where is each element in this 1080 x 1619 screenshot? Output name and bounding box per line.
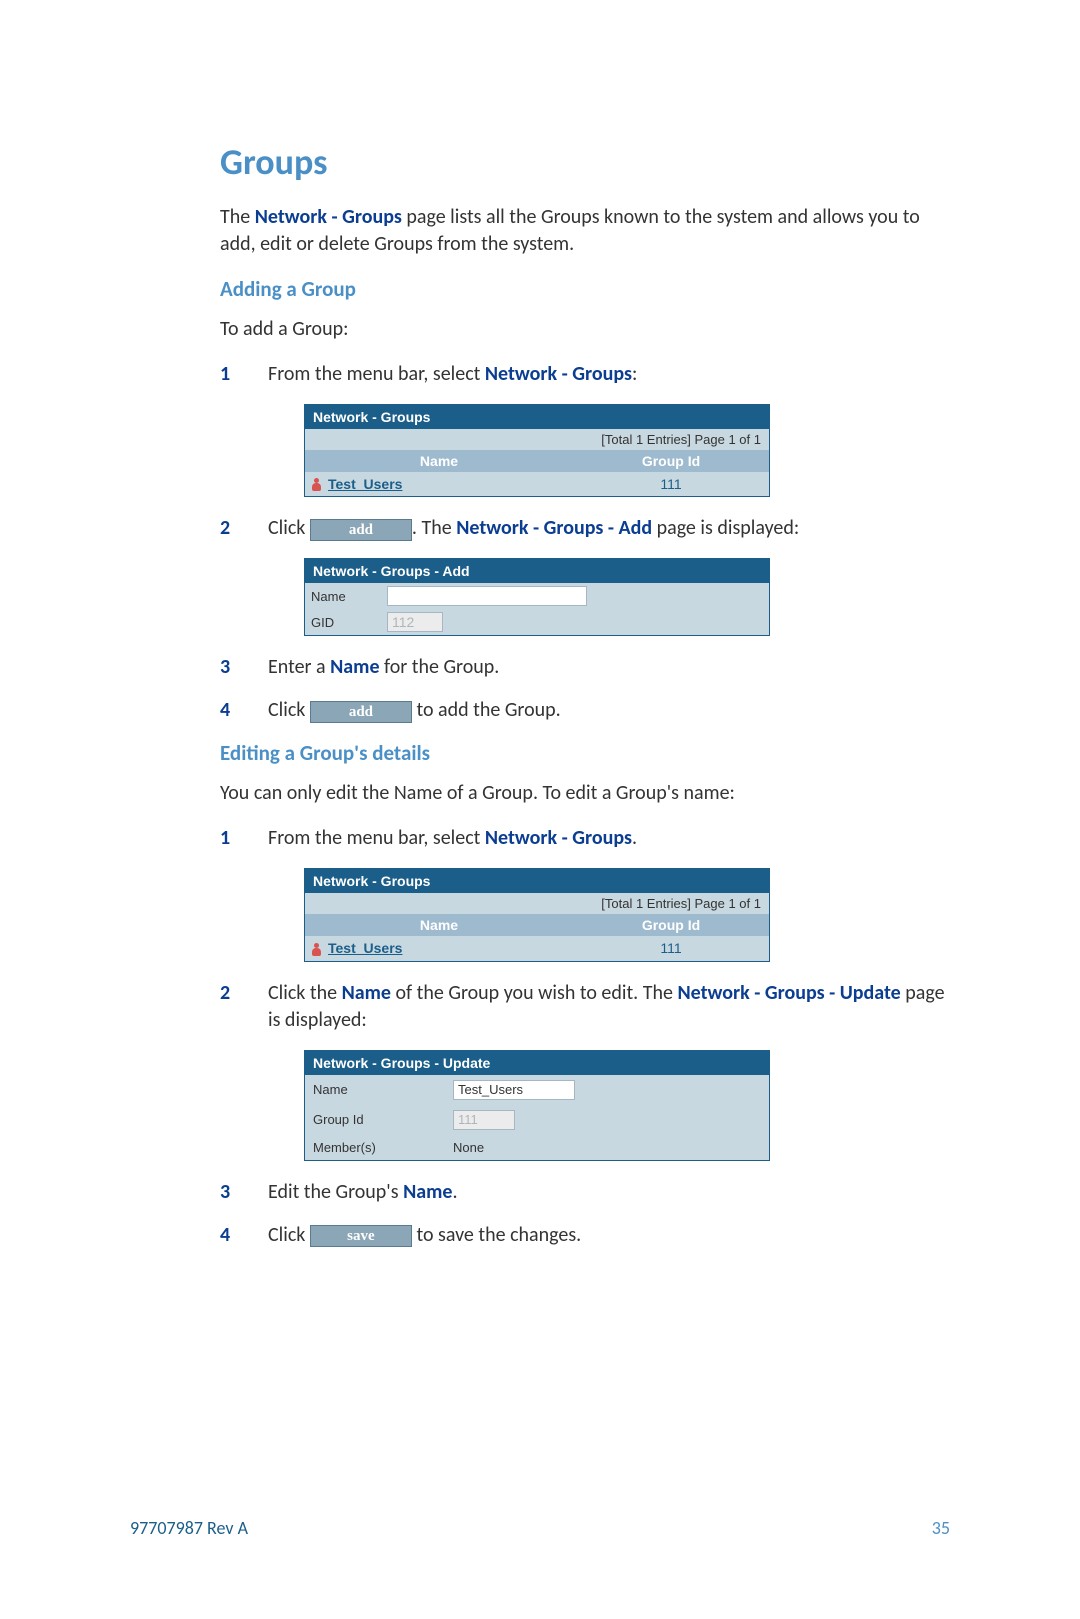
- group-icon: [311, 943, 325, 957]
- adding-group-heading: Adding a Group: [220, 276, 950, 302]
- field-name: Name: [342, 981, 391, 1005]
- group-id-label: Group Id: [313, 1112, 443, 1127]
- menu-path: Network - Groups: [485, 826, 632, 850]
- menu-path: Network - Groups: [485, 362, 632, 386]
- adding-step-3: 3 Enter a Name for the Group.: [220, 654, 950, 681]
- step-number: 4: [220, 1222, 268, 1249]
- page-footer: 97707987 Rev A 35: [130, 1517, 950, 1539]
- editing-step-1: 1 From the menu bar, select Network - Gr…: [220, 825, 950, 852]
- page-number: 35: [932, 1517, 950, 1539]
- screenshot-network-groups-list: Network - Groups [Total 1 Entries] Page …: [304, 404, 950, 497]
- step-number: 4: [220, 697, 268, 724]
- text: The: [220, 205, 255, 229]
- text: .: [452, 1180, 457, 1204]
- column-header-group-id: Group Id: [573, 450, 769, 472]
- name-field[interactable]: [387, 586, 587, 606]
- step-number: 2: [220, 980, 268, 1034]
- add-button[interactable]: add: [310, 519, 412, 541]
- panel-title: Network - Groups: [305, 869, 769, 893]
- panel-pagination: [Total 1 Entries] Page 1 of 1: [305, 893, 769, 914]
- document-id: 97707987 Rev A: [130, 1517, 248, 1539]
- add-button[interactable]: add: [310, 701, 412, 723]
- column-header-name: Name: [305, 450, 573, 472]
- adding-step-4: 4 Click add to add the Group.: [220, 697, 950, 724]
- adding-step-2: 2 Click add. The Network - Groups - Add …: [220, 515, 950, 542]
- editing-step-2: 2 Click the Name of the Group you wish t…: [220, 980, 950, 1034]
- text: .: [632, 826, 637, 850]
- panel-title: Network - Groups - Add: [305, 559, 769, 583]
- adding-step-1: 1 From the menu bar, select Network - Gr…: [220, 361, 950, 388]
- group-id-value: 111: [573, 472, 769, 496]
- gid-label: GID: [311, 615, 377, 630]
- group-id-field: 111: [453, 1110, 515, 1130]
- field-name: Name: [403, 1180, 452, 1204]
- text: Click: [268, 516, 310, 540]
- screenshot-network-groups-update: Network - Groups - Update Name Test_User…: [304, 1050, 950, 1161]
- panel-pagination: [Total 1 Entries] Page 1 of 1: [305, 429, 769, 450]
- group-name-link[interactable]: Test_Users: [328, 940, 402, 956]
- group-icon: [311, 478, 325, 492]
- intro-paragraph: The Network - Groups page lists all the …: [220, 204, 950, 258]
- column-header-name: Name: [305, 914, 573, 936]
- editing-step-4: 4 Click save to save the changes.: [220, 1222, 950, 1249]
- field-name: Name: [330, 655, 379, 679]
- members-label: Member(s): [313, 1140, 443, 1155]
- text: Edit the Group's: [268, 1180, 403, 1204]
- screenshot-network-groups-list-2: Network - Groups [Total 1 Entries] Page …: [304, 868, 950, 961]
- text: From the menu bar, select: [268, 826, 485, 850]
- panel-title: Network - Groups: [305, 405, 769, 429]
- screenshot-network-groups-add: Network - Groups - Add Name GID 112: [304, 558, 950, 636]
- text: to add the Group.: [412, 698, 561, 722]
- panel-title: Network - Groups - Update: [305, 1051, 769, 1075]
- text: . The: [412, 516, 456, 540]
- name-label: Name: [311, 589, 377, 604]
- save-button[interactable]: save: [310, 1225, 412, 1247]
- text: page is displayed:: [652, 516, 799, 540]
- name-label: Name: [313, 1082, 443, 1097]
- network-groups-term: Network - Groups: [255, 205, 402, 229]
- text: to save the changes.: [412, 1223, 581, 1247]
- step-number: 3: [220, 654, 268, 681]
- text: From the menu bar, select: [268, 362, 485, 386]
- step-number: 1: [220, 361, 268, 388]
- gid-field[interactable]: 112: [387, 612, 443, 632]
- group-id-value: 111: [573, 936, 769, 960]
- column-header-group-id: Group Id: [573, 914, 769, 936]
- step-number: 2: [220, 515, 268, 542]
- members-value: None: [453, 1140, 484, 1155]
- editing-group-heading: Editing a Group's details: [220, 740, 950, 766]
- text: Click: [268, 698, 310, 722]
- page-name: Network - Groups - Add: [456, 516, 652, 540]
- editing-lead: You can only edit the Name of a Group. T…: [220, 780, 950, 807]
- group-name-link[interactable]: Test_Users: [328, 476, 402, 492]
- name-field[interactable]: Test_Users: [453, 1080, 575, 1100]
- text: Click: [268, 1223, 310, 1247]
- text: of the Group you wish to edit. The: [391, 981, 677, 1005]
- text: Click the: [268, 981, 342, 1005]
- editing-step-3: 3 Edit the Group's Name.: [220, 1179, 950, 1206]
- page-name: Network - Groups - Update: [677, 981, 900, 1005]
- text: Enter a: [268, 655, 330, 679]
- adding-lead: To add a Group:: [220, 316, 950, 343]
- text: :: [632, 362, 637, 386]
- step-number: 3: [220, 1179, 268, 1206]
- text: for the Group.: [380, 655, 500, 679]
- step-number: 1: [220, 825, 268, 852]
- page-title: Groups: [220, 140, 950, 184]
